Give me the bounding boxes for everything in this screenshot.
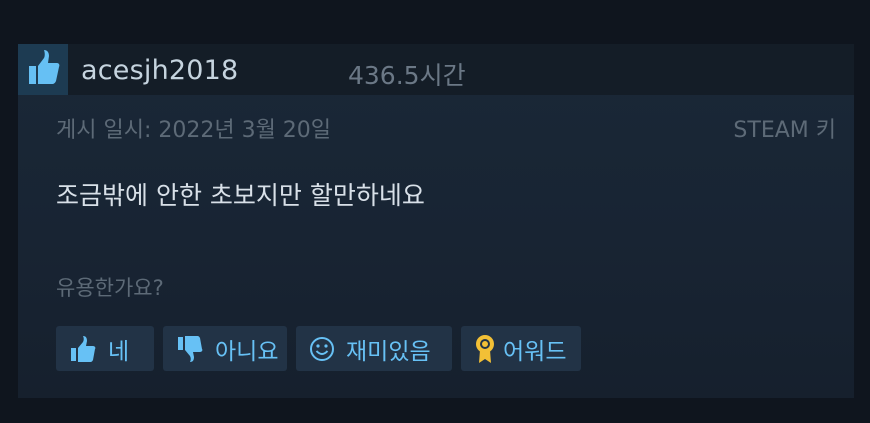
vote-no-label: 아니요 bbox=[215, 338, 279, 365]
award-button[interactable]: 어워드 bbox=[461, 326, 581, 371]
thumbs-up-icon bbox=[68, 335, 98, 363]
thumbs-up-icon bbox=[23, 48, 63, 92]
posted-date: 게시 일시: 2022년 3월 20일 bbox=[56, 118, 332, 143]
helpful-question: 유용한가요? bbox=[56, 276, 164, 300]
reviewer-username[interactable]: acesjh2018 bbox=[81, 55, 238, 86]
review-card: acesjh2018 436.5시간 게시 일시: 2022년 3월 20일 S… bbox=[18, 44, 854, 398]
vote-no-button[interactable]: 아니요 bbox=[163, 326, 287, 371]
vote-funny-button[interactable]: 재미있음 bbox=[296, 326, 452, 371]
review-header: acesjh2018 436.5시간 bbox=[18, 44, 854, 95]
thumbs-down-icon bbox=[175, 335, 205, 363]
playtime-hours: 436.5시간 bbox=[348, 61, 466, 90]
award-ribbon-icon bbox=[473, 334, 497, 364]
award-label: 어워드 bbox=[503, 338, 567, 365]
review-text: 조금밖에 안한 초보지만 할만하네요 bbox=[56, 181, 425, 210]
vote-funny-label: 재미있음 bbox=[346, 338, 431, 365]
recommended-badge[interactable] bbox=[18, 44, 68, 95]
product-source: STEAM 키 bbox=[733, 118, 836, 143]
vote-yes-label: 네 bbox=[108, 338, 130, 365]
vote-yes-button[interactable]: 네 bbox=[56, 326, 154, 371]
smiley-icon bbox=[308, 335, 336, 363]
